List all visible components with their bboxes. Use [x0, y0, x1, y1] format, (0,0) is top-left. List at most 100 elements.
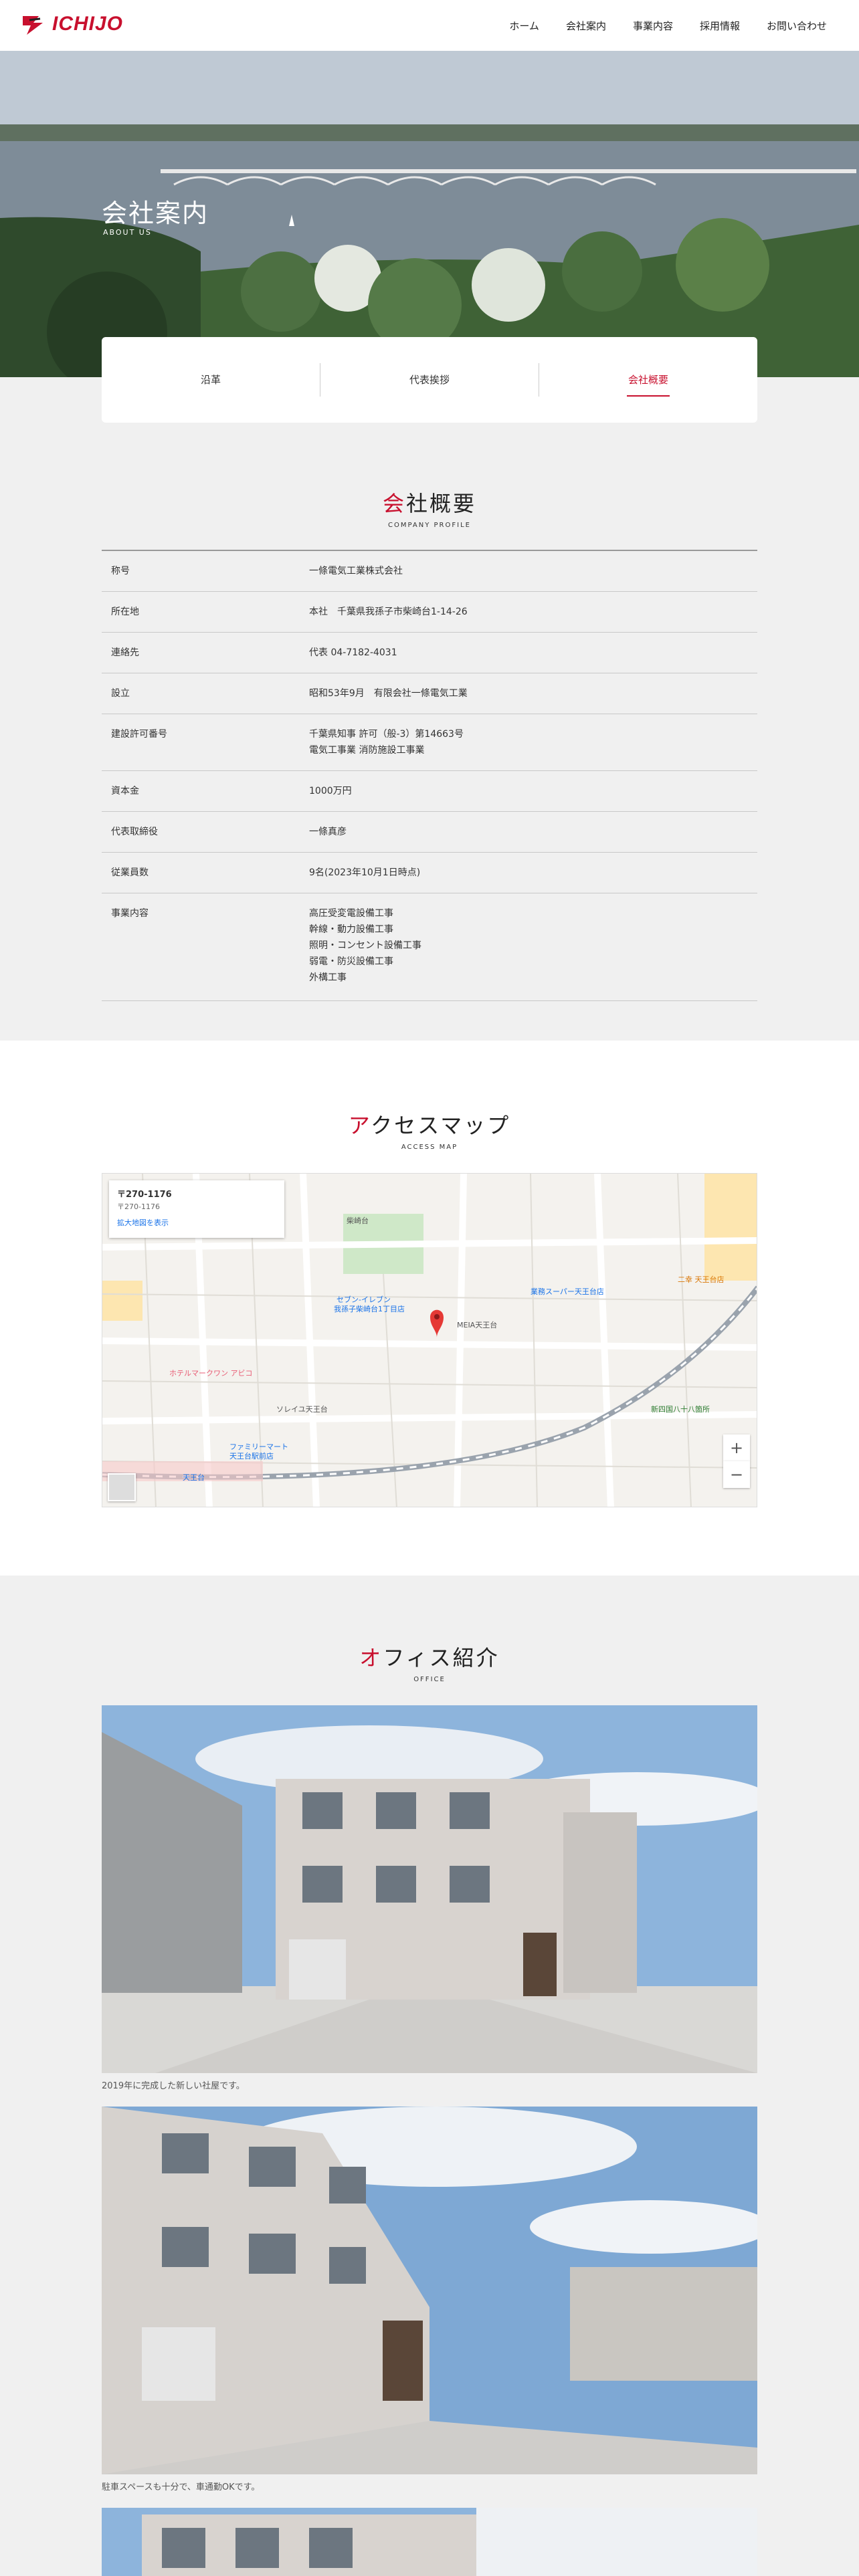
row-value: 高圧受変電設備工事 幹線・動力設備工事照明・コンセント設備工事 弱電・防災設備工事外… — [309, 905, 757, 986]
row-value: 一條真彦 — [309, 824, 757, 840]
zoom-in-button[interactable]: + — [723, 1434, 750, 1461]
table-row: 代表取締役 一條真彦 — [102, 812, 757, 853]
nav-recruit[interactable]: 採用情報 — [700, 19, 740, 33]
row-label: 代表取締役 — [111, 827, 158, 837]
office-photo — [102, 2107, 757, 2474]
nav-contact[interactable]: お問い合わせ — [767, 19, 827, 33]
map-label: 新四国八十八箇所 — [651, 1405, 710, 1414]
map-label: 柴崎台 — [347, 1216, 369, 1225]
row-label: 連絡先 — [111, 647, 139, 658]
row-label: 事業内容 — [111, 908, 149, 919]
page-tabs: 沿革 代表挨拶 会社概要 — [102, 337, 757, 423]
row-value-line: 1000万円 — [309, 786, 352, 796]
map-info-address: 〒270-1176 — [117, 1202, 160, 1211]
table-row: 従業員数 9名(2023年10月1日時点) — [102, 853, 757, 893]
row-value-line: 一條電気工業株式会社 — [309, 566, 403, 576]
map-label: 業務スーパー天王台店 — [531, 1287, 604, 1296]
logo-text: ICHIJO — [52, 13, 124, 35]
row-value: 1000万円 — [309, 783, 757, 799]
table-row: 資本金 1000万円 — [102, 771, 757, 812]
nav-home[interactable]: ホーム — [509, 19, 539, 33]
office-photo — [102, 2508, 757, 2576]
row-value-line: 一條真彦 — [309, 827, 347, 837]
office-photo-caption: 駐車スペースも十分で、車通勤OKです。 — [102, 2482, 260, 2492]
tab-history-label: 沿革 — [200, 374, 221, 386]
table-row: 事業内容 高圧受変電設備工事 幹線・動力設備工事照明・コンセント設備工事 弱電・防災設… — [102, 893, 757, 1001]
access-title-rest: クセスマップ — [371, 1113, 511, 1138]
tab-greeting[interactable]: 代表挨拶 — [320, 363, 539, 397]
row-value: 本社 千葉県我孫子市柴崎台1-14-26 — [309, 604, 757, 620]
table-row: 連絡先 代表 04-7182-4031 — [102, 633, 757, 673]
office-section-title: オフィス紹介 — [0, 1641, 859, 1672]
row-value: 千葉県知事 許可（般-3）第14663号 電気工事業 消防施設工事業 — [309, 726, 757, 758]
access-section-subtitle: ACCESS MAP — [401, 1144, 458, 1151]
logo-icon — [23, 16, 43, 35]
access-section-title: アクセスマップ — [0, 1109, 859, 1140]
office-photo-caption: 2019年に完成した新しい社屋です。 — [102, 2081, 245, 2091]
office-title-rest: フィス紹介 — [383, 1645, 500, 1671]
office-title-first: オ — [359, 1645, 383, 1671]
row-label: 従業員数 — [111, 867, 149, 878]
map-label: 天王台駅前店 — [229, 1452, 274, 1461]
table-row: 称号 一條電気工業株式会社 — [102, 551, 757, 592]
row-label: 設立 — [111, 688, 130, 699]
tab-profile-label: 会社概要 — [628, 374, 668, 386]
row-value: 昭和53年9月 有限会社一條電気工業 — [309, 685, 757, 702]
active-tab-underline — [627, 395, 670, 397]
profile-section-title: 会社概要 — [0, 487, 859, 518]
nav-business[interactable]: 事業内容 — [633, 19, 673, 33]
profile-title-rest: 社概要 — [406, 491, 477, 516]
map-label: 二幸 天王台店 — [678, 1275, 725, 1284]
row-value-line: 幹線・動力設備工事 — [309, 924, 393, 935]
table-row: 建設許可番号 千葉県知事 許可（般-3）第14663号 電気工事業 消防施設工事業 — [102, 714, 757, 771]
office-building-image — [102, 2107, 757, 2474]
profile-title-first: 会 — [382, 491, 406, 516]
map-label: ソレイユ天王台 — [276, 1405, 328, 1414]
tab-profile[interactable]: 会社概要 — [539, 363, 757, 397]
office-photo — [102, 1705, 757, 2073]
row-value-line: 弱電・防災設備工事 — [309, 956, 393, 967]
row-value-line: 電気工事業 消防施設工事業 — [309, 745, 425, 756]
map-info-title: 〒270-1176 — [117, 1190, 172, 1200]
row-value: 代表 04-7182-4031 — [309, 645, 757, 661]
hero-title: 会社案内 — [102, 199, 209, 228]
tab-history[interactable]: 沿革 — [102, 363, 320, 397]
row-value: 一條電気工業株式会社 — [309, 563, 757, 579]
hero-banner: 会社案内 ABOUT US — [0, 51, 859, 377]
site-logo[interactable]: ICHIJO — [20, 11, 123, 37]
hero-subtitle: ABOUT US — [103, 228, 152, 237]
map-label: 天王台 — [183, 1473, 205, 1482]
site-header: ICHIJO ホーム 会社案内 事業内容 採用情報 お問い合わせ — [0, 0, 859, 51]
view-larger-map-link[interactable]: 拡大地図を表示 — [117, 1217, 276, 1228]
row-value-line: 本社 千葉県我孫子市柴崎台1-14-26 — [309, 607, 468, 617]
nav-company[interactable]: 会社案内 — [566, 19, 606, 33]
table-row: 設立 昭和53年9月 有限会社一條電気工業 — [102, 673, 757, 714]
profile-section-subtitle: COMPANY PROFILE — [388, 522, 471, 529]
map-label: 我孫子柴崎台1丁目店 — [334, 1305, 405, 1313]
map-info-card: 〒270-1176 〒270-1176 拡大地図を表示 — [109, 1180, 284, 1238]
row-value-line: 外構工事 — [309, 972, 347, 983]
row-value-line: 9名(2023年10月1日時点) — [309, 867, 421, 878]
row-value-line: 高圧受変電設備工事 — [309, 908, 393, 919]
office-section-subtitle: OFFICE — [413, 1676, 446, 1683]
office-building-image — [102, 1705, 757, 2073]
map-label: ホテルマークワン アビコ — [169, 1369, 253, 1378]
google-map[interactable]: 柴崎台 セブン-イレブン 我孫子柴崎台1丁目店 業務スーパー天王台店 ホテルマー… — [102, 1173, 757, 1507]
row-label: 資本金 — [111, 786, 139, 796]
access-title-first: ア — [348, 1113, 371, 1138]
row-label: 所在地 — [111, 607, 139, 617]
main-nav: ホーム 会社案内 事業内容 採用情報 お問い合わせ — [509, 19, 827, 33]
map-layer-toggle[interactable] — [108, 1473, 136, 1501]
map-label: MEIA天王台 — [457, 1321, 498, 1329]
row-label: 称号 — [111, 566, 130, 576]
zoom-out-button[interactable]: − — [723, 1461, 750, 1488]
row-value-line: 代表 04-7182-4031 — [309, 647, 397, 658]
tab-greeting-label: 代表挨拶 — [409, 374, 450, 386]
row-value: 9名(2023年10月1日時点) — [309, 865, 757, 881]
table-row: 所在地 本社 千葉県我孫子市柴崎台1-14-26 — [102, 592, 757, 633]
office-building-image — [102, 2508, 757, 2576]
row-value-line: 千葉県知事 許可（般-3）第14663号 — [309, 729, 464, 740]
row-label: 建設許可番号 — [111, 729, 167, 740]
row-value-line: 昭和53年9月 有限会社一條電気工業 — [309, 688, 468, 699]
row-value-line: 照明・コンセント設備工事 — [309, 940, 421, 951]
